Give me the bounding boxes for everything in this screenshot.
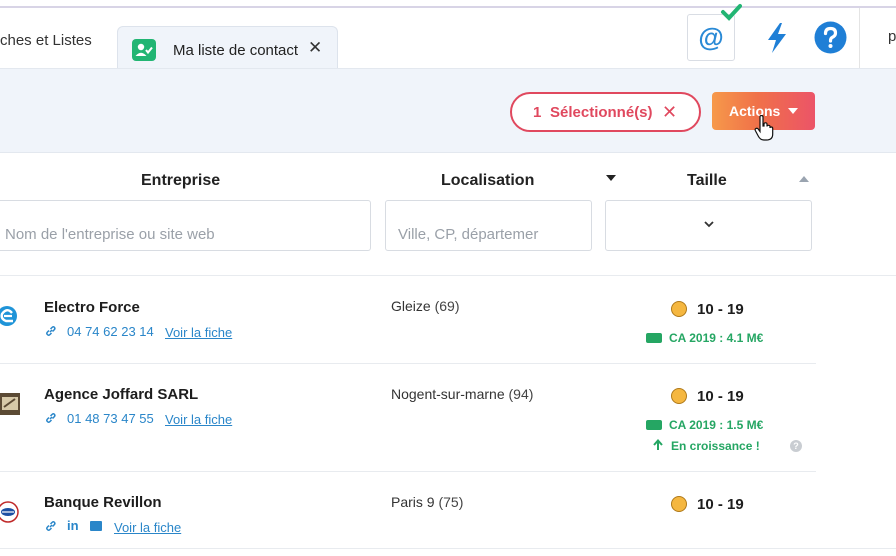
company-name[interactable]: Electro Force (44, 299, 140, 316)
company-name[interactable]: Banque Revillon (44, 494, 162, 511)
row-divider (0, 363, 816, 364)
company-size: 10 - 19 (697, 388, 744, 405)
tab-close-button[interactable]: ✕ (308, 38, 322, 58)
company-logo (0, 306, 17, 326)
company-location: Nogent-sur-marne (94) (391, 386, 534, 402)
clear-selection-icon[interactable]: ✕ (662, 102, 677, 123)
money-icon (646, 420, 662, 430)
link-icon[interactable] (45, 412, 57, 424)
company-phone[interactable]: 04 74 62 23 14 (67, 324, 154, 339)
tab-searches-lists[interactable]: ches et Listes (0, 32, 92, 49)
face-icon (671, 496, 687, 512)
size-filter-select[interactable] (605, 200, 812, 251)
link-icon[interactable] (45, 325, 57, 337)
arrow-up-icon (653, 439, 663, 450)
company-filter-input[interactable] (0, 200, 371, 251)
row-divider (0, 275, 896, 276)
user-menu[interactable]: p (888, 28, 896, 45)
sort-desc-icon[interactable] (606, 175, 616, 181)
link-icon[interactable] (45, 520, 57, 532)
column-header-location[interactable]: Localisation (441, 172, 534, 190)
column-header-size[interactable]: Taille (687, 172, 727, 190)
mail-icon[interactable] (90, 521, 102, 531)
company-logo (0, 501, 19, 523)
face-icon (671, 301, 687, 317)
contact-list-icon (132, 39, 156, 61)
chevron-down-icon (704, 221, 714, 228)
company-name[interactable]: Agence Joffard SARL (44, 386, 198, 403)
company-size: 10 - 19 (697, 301, 744, 318)
check-icon (721, 4, 742, 21)
linkedin-icon[interactable]: in (67, 518, 79, 533)
company-size: 10 - 19 (697, 496, 744, 513)
company-location: Gleize (69) (391, 298, 460, 314)
caret-down-icon (788, 108, 798, 114)
company-phone[interactable]: 01 48 73 47 55 (67, 411, 154, 426)
help-icon[interactable] (814, 21, 847, 54)
face-icon (671, 388, 687, 404)
bolt-icon[interactable] (764, 22, 790, 54)
growth-badge: En croissance ! (671, 439, 760, 453)
selected-label: Sélectionné(s) (550, 104, 653, 121)
sort-asc-icon[interactable] (799, 176, 809, 182)
company-location: Paris 9 (75) (391, 494, 464, 510)
selected-count: 1 (533, 104, 542, 121)
money-icon (646, 333, 662, 343)
hand-cursor-icon (754, 115, 774, 141)
header-divider (859, 8, 860, 68)
at-icon: @ (698, 22, 724, 52)
column-header-company[interactable]: Entreprise (141, 172, 220, 190)
view-fiche-link[interactable]: Voir la fiche (165, 412, 232, 427)
revenue-label: CA 2019 : 4.1 M€ (669, 331, 764, 345)
row-divider (0, 471, 816, 472)
view-fiche-link[interactable]: Voir la fiche (114, 520, 181, 535)
selected-count-chip[interactable]: 1 Sélectionné(s) ✕ (510, 92, 701, 132)
email-button[interactable]: @ (687, 4, 742, 61)
question-icon[interactable]: ? (790, 440, 802, 452)
company-logo (0, 393, 20, 415)
row-divider (0, 548, 896, 549)
revenue-label: CA 2019 : 1.5 M€ (669, 418, 764, 432)
location-filter-input[interactable] (385, 200, 592, 251)
tab-title: Ma liste de contact (173, 42, 299, 59)
tab-contact-list[interactable]: Ma liste de contact ✕ (117, 26, 338, 69)
view-fiche-link[interactable]: Voir la fiche (165, 325, 232, 340)
